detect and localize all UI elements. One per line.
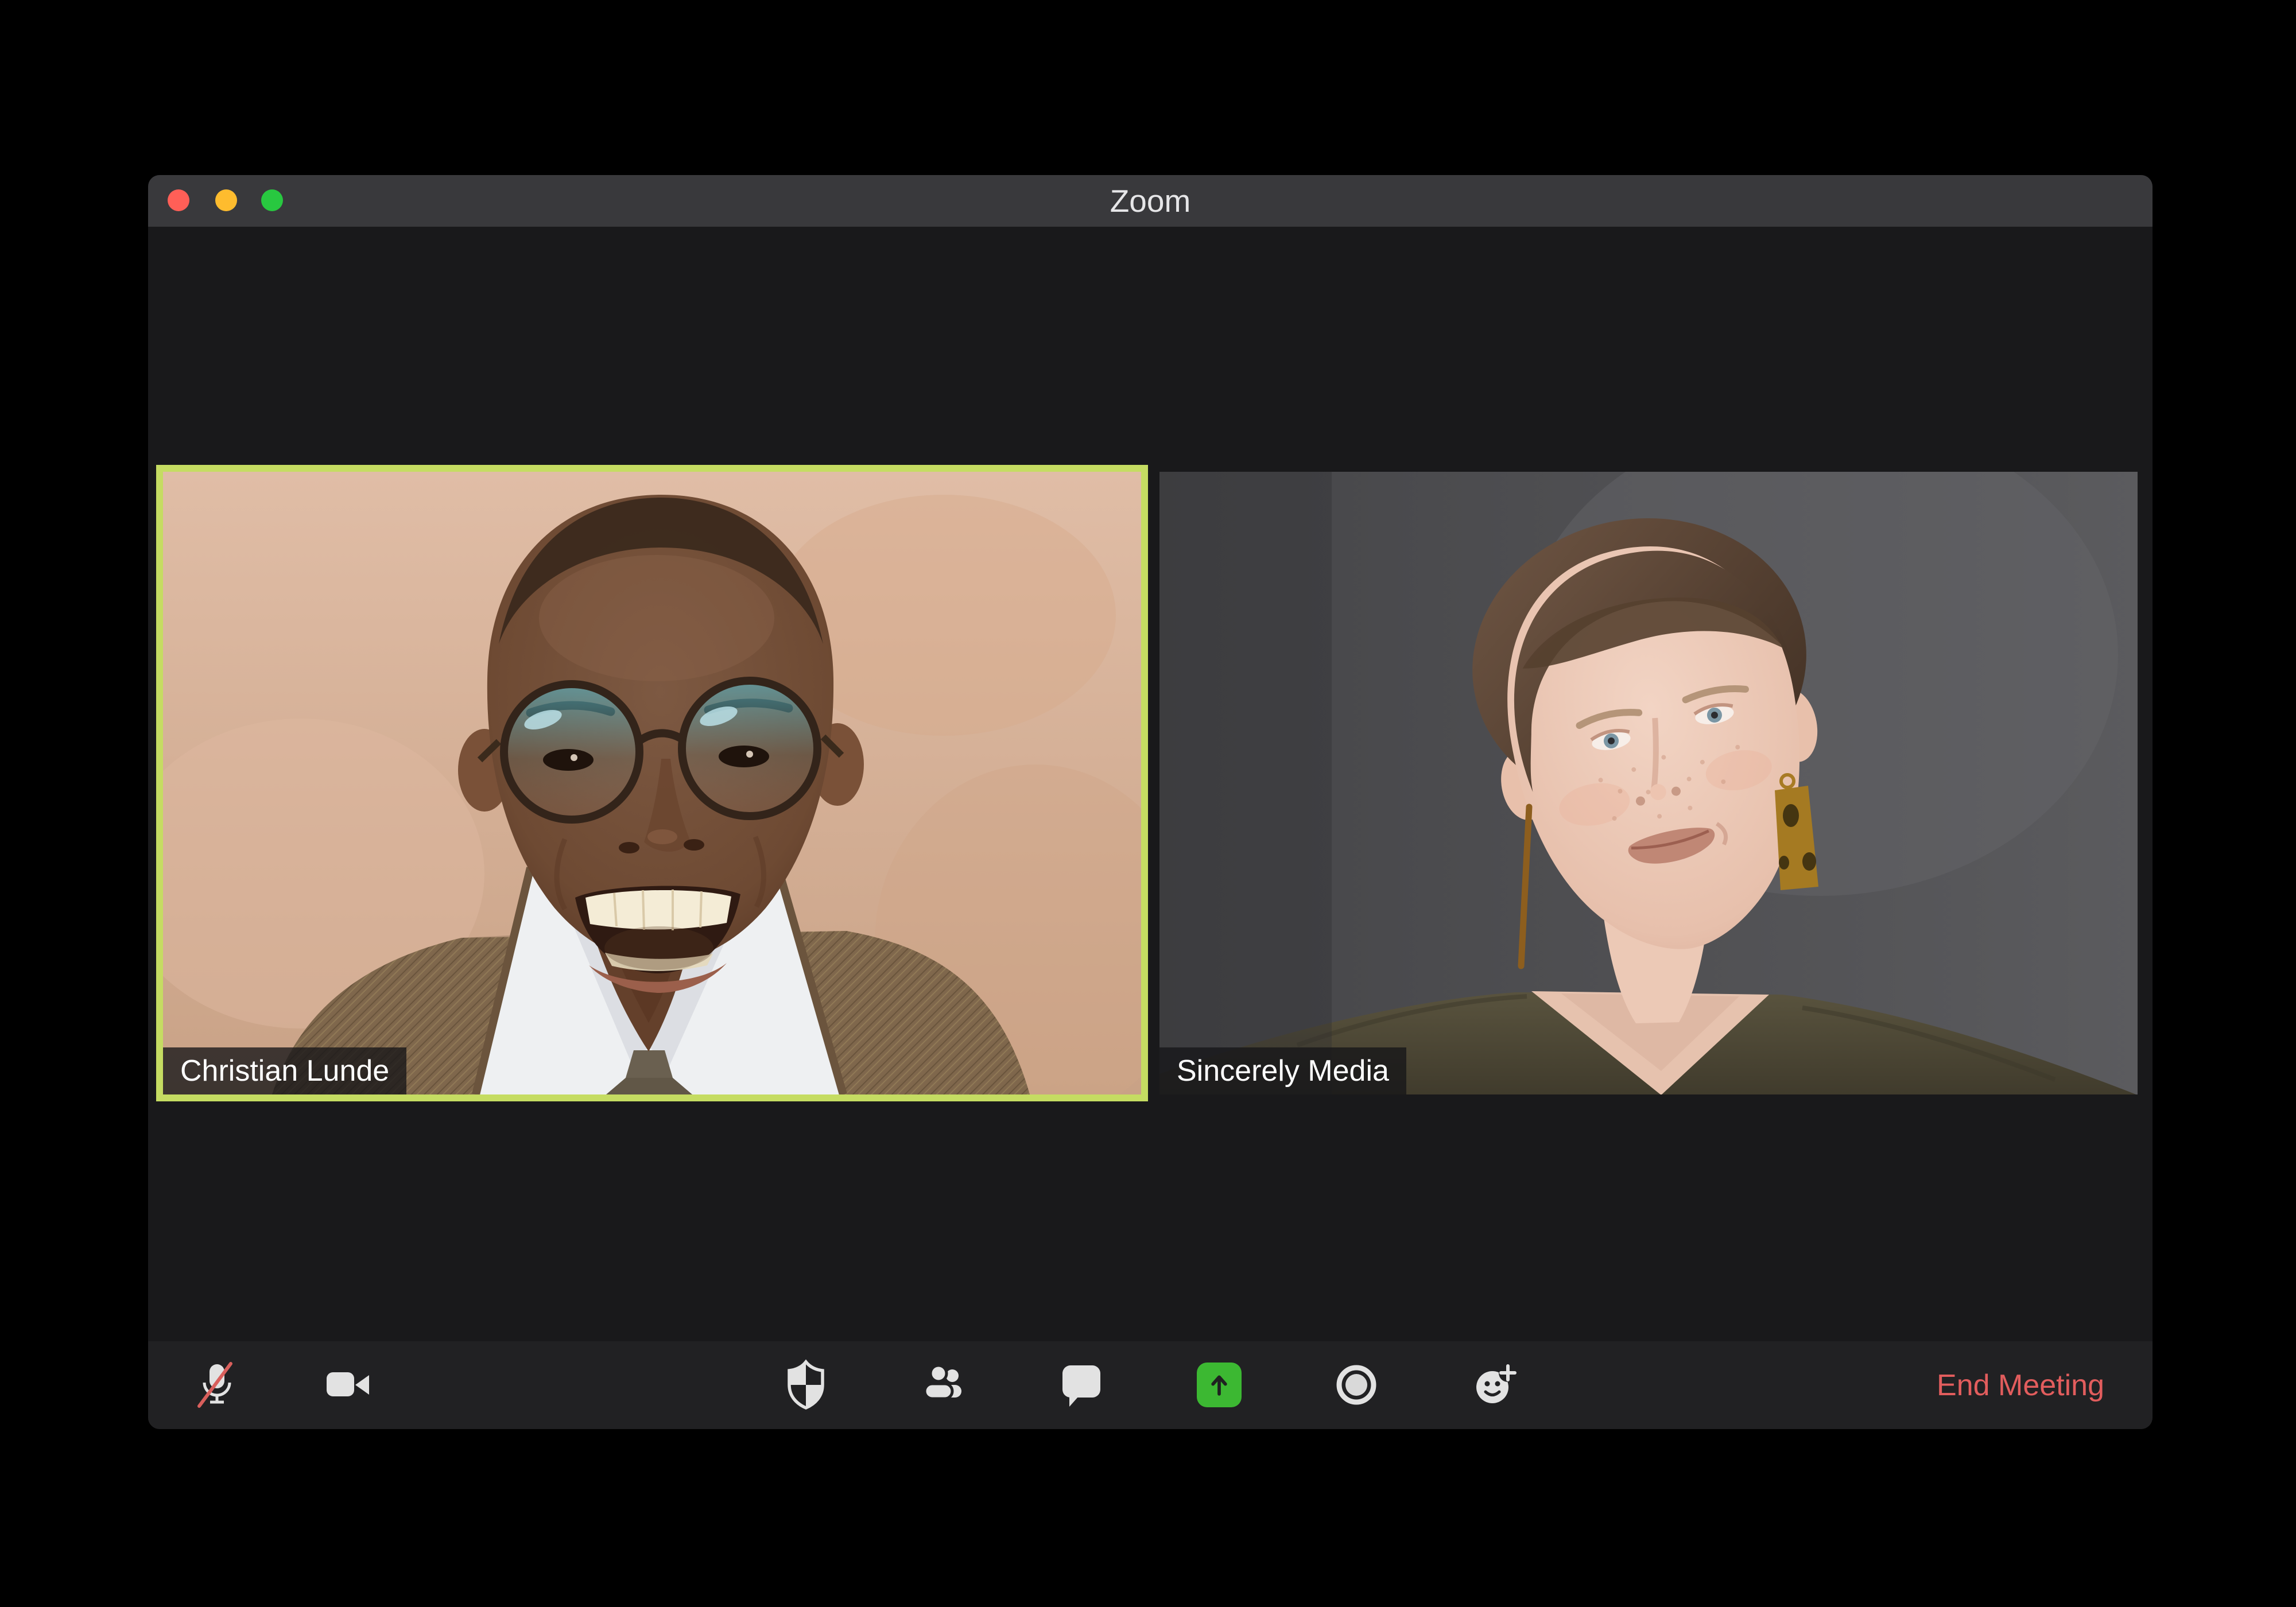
video-button[interactable] — [317, 1353, 380, 1416]
chat-bubble-icon — [1062, 1365, 1100, 1407]
security-shield-icon — [788, 1359, 824, 1410]
share-screen-button[interactable] — [1188, 1353, 1251, 1416]
video-tile-active-speaker[interactable]: Christian Lunde — [163, 472, 1141, 1094]
video-tile-participant[interactable]: Sincerely Media — [1159, 472, 2138, 1094]
meeting-toolbar: End Meeting — [148, 1341, 2152, 1429]
end-meeting-button[interactable]: End Meeting — [1933, 1341, 2108, 1429]
share-screen-icon — [1211, 1375, 1227, 1396]
microphone-muted-icon — [197, 1362, 232, 1408]
participant-portrait-man — [163, 472, 1141, 1094]
participant-name-label: Sincerely Media — [1159, 1047, 1406, 1094]
reactions-button[interactable] — [1463, 1353, 1526, 1416]
participant-portrait-woman — [1159, 472, 2138, 1094]
share-screen-pill — [1197, 1363, 1242, 1407]
mute-button[interactable] — [184, 1353, 247, 1416]
security-button[interactable] — [774, 1353, 837, 1416]
chat-button[interactable] — [1049, 1353, 1112, 1416]
video-camera-icon — [327, 1372, 369, 1396]
reactions-icon — [1476, 1364, 1517, 1403]
participants-icon — [923, 1364, 961, 1400]
record-icon — [1336, 1365, 1376, 1405]
window-titlebar: Zoom — [148, 175, 2152, 227]
zoom-app-window: Zoom Christian Lunde Sincerely Media End… — [148, 175, 2152, 1429]
window-title: Zoom — [1110, 183, 1191, 219]
participant-name-label: Christian Lunde — [163, 1047, 407, 1094]
record-button[interactable] — [1325, 1353, 1388, 1416]
participants-button[interactable] — [913, 1353, 976, 1416]
